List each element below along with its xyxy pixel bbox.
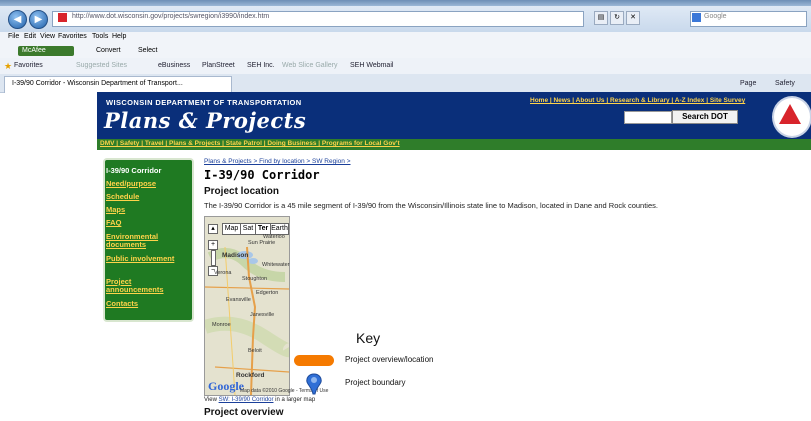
menu-tools[interactable]: Tools bbox=[92, 33, 108, 40]
search-provider-icon bbox=[692, 13, 701, 22]
menu-favorites[interactable]: Favorites bbox=[58, 33, 87, 40]
map-place-evansville: Evansville bbox=[226, 297, 251, 303]
sidebar-item-environmental[interactable]: Environmental documents bbox=[106, 233, 186, 249]
map-place-edgerton: Edgerton bbox=[256, 290, 279, 296]
map-type-sat-button[interactable]: Sat bbox=[240, 223, 256, 235]
department-name: WISCONSIN DEPARTMENT OF TRANSPORTATION bbox=[106, 98, 302, 107]
safety-menu-button[interactable]: Safety bbox=[775, 80, 795, 87]
fav-web-slice-gallery[interactable]: Web Slice Gallery bbox=[282, 62, 338, 69]
map-pan-up-icon[interactable]: ▴ bbox=[208, 224, 218, 234]
larger-map-link[interactable]: SW: I-39/90 Corridor bbox=[219, 397, 274, 403]
sidebar-item-announcements[interactable]: Project announcements bbox=[106, 278, 186, 294]
key-title: Key bbox=[356, 330, 381, 346]
seal-triangle-icon bbox=[779, 104, 801, 124]
google-logo: Google bbox=[208, 379, 244, 393]
favorites-button[interactable]: Favorites bbox=[14, 62, 43, 69]
map-place-verona: Verona bbox=[214, 270, 232, 276]
section-heading-overview: Project overview bbox=[204, 407, 284, 418]
map-place-monroe: Monroe bbox=[212, 322, 231, 328]
tab-title: I-39/90 Corridor - Wisconsin Department … bbox=[12, 80, 183, 87]
map-pin-icon bbox=[306, 373, 322, 395]
site-title[interactable]: Plans & Projects bbox=[104, 108, 306, 133]
key-label-boundary: Project boundary bbox=[345, 378, 406, 387]
menu-edit[interactable]: Edit bbox=[24, 33, 36, 40]
stop-icon[interactable]: ✕ bbox=[626, 11, 640, 25]
map-place-whitewater: Whitewater bbox=[262, 262, 290, 268]
sidebar-item-need-purpose[interactable]: Need/purpose bbox=[106, 180, 186, 188]
map-type-map-button[interactable]: Map bbox=[222, 223, 241, 235]
section-heading-location: Project location bbox=[204, 186, 280, 197]
search-placeholder: Google bbox=[704, 13, 727, 20]
main-nav-links[interactable]: DMV | Safety | Travel | Plans & Projects… bbox=[100, 140, 400, 147]
project-description: The I-39/90 Corridor is a 45 mile segmen… bbox=[204, 201, 658, 210]
forward-button[interactable]: ▶ bbox=[29, 10, 48, 29]
key-label-location: Project overview/location bbox=[345, 355, 434, 364]
sidebar-item-public-involvement[interactable]: Public involvement bbox=[106, 255, 186, 263]
sidebar-item-schedule[interactable]: Schedule bbox=[106, 193, 186, 201]
map-zoom-in-icon[interactable]: + bbox=[208, 240, 218, 250]
search-dot-button[interactable]: Search DOT bbox=[672, 110, 738, 124]
address-text: http://www.dot.wisconsin.gov/projects/sw… bbox=[72, 13, 270, 20]
map-place-janesville: Janesville bbox=[250, 312, 275, 318]
fav-seh-inc[interactable]: SEH Inc. bbox=[247, 62, 275, 69]
page-title: I-39/90 Corridor bbox=[204, 168, 320, 182]
menu-help[interactable]: Help bbox=[112, 33, 126, 40]
sidebar-item-faq[interactable]: FAQ bbox=[106, 219, 186, 227]
convert-button[interactable]: Convert bbox=[96, 47, 121, 54]
sidebar-item-maps[interactable]: Maps bbox=[106, 206, 186, 214]
view-suffix: in a larger map bbox=[275, 397, 316, 403]
fav-suggested-sites[interactable]: Suggested Sites bbox=[76, 62, 127, 69]
favorites-star-icon: ★ bbox=[4, 61, 13, 71]
page-menu-button[interactable]: Page bbox=[740, 80, 756, 87]
view-prefix: View bbox=[204, 397, 217, 403]
fav-seh-webmail[interactable]: SEH Webmail bbox=[350, 62, 393, 69]
map-place-madison: Madison bbox=[222, 252, 249, 259]
refresh-icon[interactable]: ↻ bbox=[610, 11, 624, 25]
command-toolbar bbox=[0, 43, 811, 59]
back-button[interactable]: ◀ bbox=[8, 10, 27, 29]
sidebar-item-contacts[interactable]: Contacts bbox=[106, 300, 186, 308]
view-larger-map: View SW: I-39/90 Corridor in a larger ma… bbox=[204, 397, 315, 403]
mcafee-button[interactable]: McAfee bbox=[18, 46, 74, 56]
map-zoom-slider[interactable] bbox=[211, 250, 216, 266]
sidebar-item-corridor[interactable]: I-39/90 Corridor bbox=[106, 167, 186, 175]
select-button[interactable]: Select bbox=[138, 47, 157, 54]
map-place-beloit: Beloit bbox=[248, 348, 262, 354]
map-place-sun-prairie: Sun Prairie bbox=[248, 240, 276, 246]
map-place-rockford: Rockford bbox=[236, 372, 265, 379]
breadcrumb[interactable]: Plans & Projects > Find by location > SW… bbox=[204, 158, 351, 165]
orange-swatch-icon bbox=[294, 355, 334, 366]
fav-planstreet[interactable]: PlanStreet bbox=[202, 62, 235, 69]
fav-ebusiness[interactable]: eBusiness bbox=[158, 62, 190, 69]
map-place-stoughton: Stoughton bbox=[242, 276, 268, 282]
compat-view-icon[interactable]: ▤ bbox=[594, 11, 608, 25]
map-place-waterloo: Waterloo bbox=[263, 234, 285, 240]
dot-search-input[interactable] bbox=[624, 111, 672, 124]
site-favicon-icon bbox=[58, 13, 67, 22]
top-utility-links[interactable]: Home | News | About Us | Research & Libr… bbox=[530, 97, 745, 104]
menu-view[interactable]: View bbox=[40, 33, 55, 40]
menu-file[interactable]: File bbox=[8, 33, 19, 40]
